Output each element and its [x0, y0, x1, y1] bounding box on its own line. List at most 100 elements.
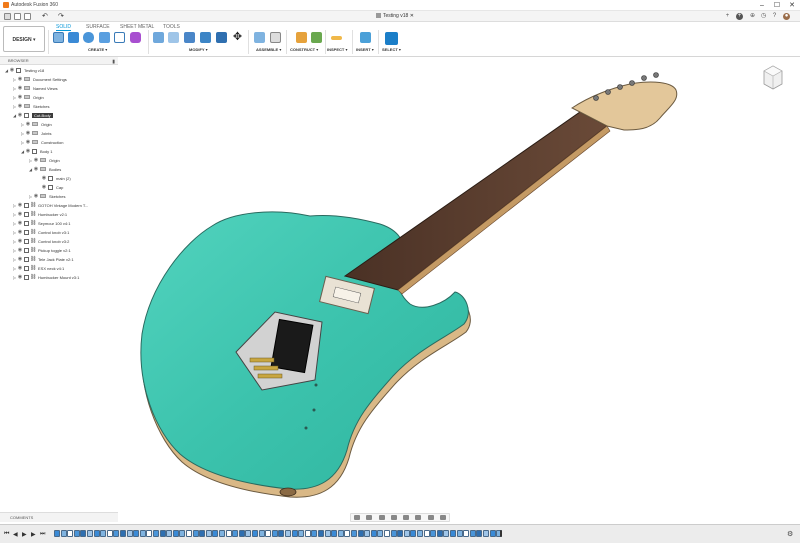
timeline-feature-icon[interactable] [205, 530, 212, 537]
timeline-feature-icon[interactable] [476, 530, 483, 537]
minimize-button[interactable]: – [755, 1, 769, 10]
fillet-icon[interactable] [168, 32, 179, 43]
timeline-marker[interactable] [500, 530, 502, 537]
job-status-icon[interactable]: ◷ [760, 13, 767, 20]
browser-item[interactable]: ▷ ◉ Named Views [12, 84, 58, 92]
timeline-feature-icon[interactable] [212, 530, 219, 537]
timeline-feature-icon[interactable] [436, 530, 443, 537]
comments-panel[interactable]: COMMENTS [0, 512, 118, 522]
browser-item[interactable]: ▷ ◉ ⛓ Control knob v3:1 [12, 228, 69, 236]
move-icon[interactable]: ✥ [232, 32, 243, 43]
timeline-feature-icon[interactable] [153, 530, 159, 537]
timeline-feature-icon[interactable] [133, 530, 140, 537]
look-at-icon[interactable] [366, 515, 373, 520]
maximize-button[interactable]: ☐ [770, 1, 784, 10]
viewports-icon[interactable] [439, 515, 446, 520]
timeline-feature-icon[interactable] [265, 530, 272, 537]
browser-item[interactable]: ▷ ◉ Origin [20, 120, 52, 128]
timeline-feature-icon[interactable] [238, 530, 245, 537]
grid-icon[interactable] [4, 13, 11, 20]
timeline-feature-icon[interactable] [384, 530, 390, 537]
zoom-icon[interactable] [390, 515, 397, 520]
timeline-feature-icon[interactable] [489, 530, 496, 537]
orbit-icon[interactable] [354, 515, 361, 520]
visibility-icon[interactable]: ◉ [25, 130, 31, 136]
browser-item[interactable]: ◉ Cap [36, 183, 64, 191]
timeline-feature-icon[interactable] [225, 530, 232, 537]
visibility-icon[interactable]: ◉ [17, 85, 23, 91]
timeline-feature-icon[interactable] [483, 530, 489, 537]
inspect-menu[interactable]: INSPECT ▾ [327, 47, 347, 52]
timeline-feature-icon[interactable] [199, 530, 206, 537]
hole-icon[interactable] [99, 32, 110, 43]
timeline-feature-icon[interactable] [186, 530, 192, 537]
browser-item[interactable]: ▷ ◉ Sketches [12, 102, 50, 110]
timeline-feature-icon[interactable] [252, 530, 258, 537]
visibility-icon[interactable]: ◉ [17, 220, 23, 226]
timeline-feature-icon[interactable] [463, 530, 470, 537]
visibility-icon[interactable]: ◉ [17, 94, 23, 100]
visibility-icon[interactable]: ◉ [17, 202, 23, 208]
tab-solid[interactable]: SOLID [56, 24, 72, 31]
combine-icon[interactable] [216, 32, 227, 43]
timeline-feature-icon[interactable] [192, 530, 199, 537]
timeline-feature-icon[interactable] [271, 530, 278, 537]
pattern-icon[interactable] [114, 32, 125, 43]
browser-item[interactable]: ◢ ◉ Testing v18 [4, 66, 44, 74]
timeline-feature-icon[interactable] [278, 530, 285, 537]
workspace-switcher[interactable]: DESIGN ▾ [3, 26, 45, 52]
timeline-settings-icon[interactable]: ⚙ [787, 530, 793, 538]
timeline-feature-icon[interactable] [67, 530, 74, 537]
timeline-feature-icon[interactable] [146, 530, 153, 537]
timeline-feature-icon[interactable] [311, 530, 318, 537]
timeline-feature-icon[interactable] [298, 530, 305, 537]
play-icon[interactable]: ▶ [22, 531, 27, 538]
browser-item[interactable]: ▷ ◉ ⛓ Control knob v3:2 [12, 237, 69, 245]
visibility-icon[interactable]: ◉ [17, 238, 23, 244]
extensions-icon[interactable]: ⊕ [749, 13, 756, 20]
timeline-feature-icon[interactable] [430, 530, 437, 537]
timeline-feature-icon[interactable] [344, 530, 351, 537]
timeline-feature-icon[interactable] [357, 530, 364, 537]
timeline-feature-icon[interactable] [80, 530, 87, 537]
visibility-icon[interactable]: ◉ [17, 112, 23, 118]
pan-icon[interactable] [378, 515, 385, 520]
browser-item[interactable]: ▷ ◉ ⛓ Humbucker v2:1 [12, 210, 67, 218]
timeline-feature-icon[interactable] [377, 530, 384, 537]
timeline-feature-icon[interactable] [351, 530, 357, 537]
file-icon[interactable] [14, 13, 21, 20]
assemble-menu[interactable]: ASSEMBLE ▾ [256, 47, 281, 52]
timeline-feature-icon[interactable] [337, 530, 344, 537]
insert-image-icon[interactable] [360, 32, 371, 43]
browser-item[interactable]: ▷ ◉ ⛓ Seymour 100 v4:1 [12, 219, 71, 227]
visibility-icon[interactable]: ◉ [25, 121, 31, 127]
plane-at-angle-icon[interactable] [311, 32, 322, 43]
previous-step-icon[interactable]: ◀ [13, 531, 18, 538]
timeline-feature-icon[interactable] [159, 530, 166, 537]
timeline-feature-icon[interactable] [469, 530, 476, 537]
browser-item[interactable]: ▷ ◉ Origin [28, 156, 60, 164]
timeline-feature-icon[interactable] [417, 530, 423, 537]
construct-menu[interactable]: CONSTRUCT ▾ [290, 47, 318, 52]
timeline-feature-icon[interactable] [318, 530, 324, 537]
new-component-icon[interactable] [254, 32, 265, 43]
visibility-icon[interactable]: ◉ [17, 229, 23, 235]
timeline-feature-icon[interactable] [410, 530, 417, 537]
timeline-feature-icon[interactable] [219, 530, 225, 537]
visibility-icon[interactable]: ◉ [17, 211, 23, 217]
browser-item[interactable]: ▷ ◉ ⛓ Tele Jack Plate v2:1 [12, 255, 74, 263]
undo-icon[interactable]: ↶ [42, 13, 49, 20]
close-button[interactable]: ✕ [785, 1, 799, 10]
timeline-feature-icon[interactable] [232, 530, 239, 537]
browser-item[interactable]: ▷ ◉ Joints [20, 129, 52, 137]
browser-item[interactable]: ▷ ◉ Origin [12, 93, 44, 101]
timeline-feature-icon[interactable] [258, 530, 265, 537]
browser-item[interactable]: ◢ ◉ Cut-Body [12, 111, 53, 119]
grid-settings-icon[interactable] [427, 515, 434, 520]
last-step-icon[interactable]: ⏭ [40, 531, 45, 538]
visibility-icon[interactable]: ◉ [9, 67, 15, 73]
timeline-feature-icon[interactable] [450, 530, 456, 537]
timeline-feature-icon[interactable] [403, 530, 410, 537]
visibility-icon[interactable]: ◉ [33, 193, 39, 199]
timeline-feature-icon[interactable] [291, 530, 298, 537]
